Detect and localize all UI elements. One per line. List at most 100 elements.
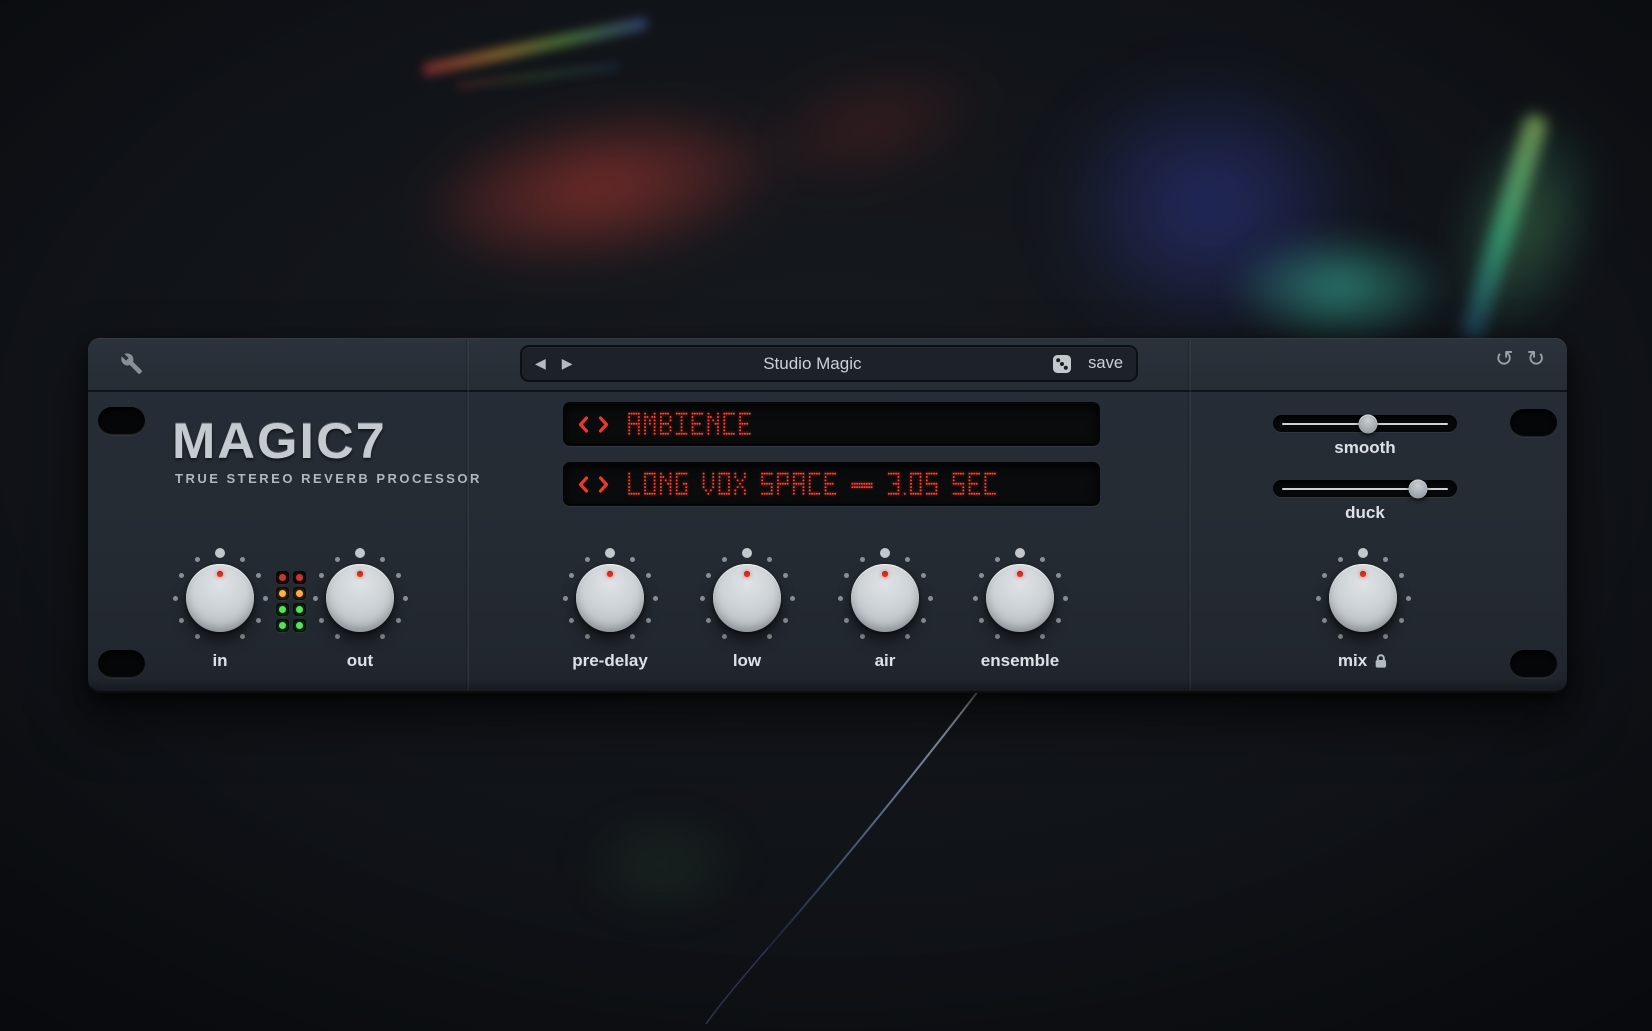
knob-tick-dot [605,548,615,558]
knob-tick-dot [928,596,933,601]
knob-tick-dot [563,596,568,601]
display2-next-icon[interactable] [598,476,609,493]
green-led [276,603,289,616]
in-knob-label: in [212,651,227,671]
knob-tick-dot [263,596,268,601]
mix-knob-module: mix [1297,532,1429,664]
green-led [276,619,289,632]
lock-icon [1374,653,1388,669]
smooth-slider-thumb[interactable] [1359,414,1378,433]
knob-tick-dot [380,634,385,639]
history-controls: ↺ ↻ [1495,347,1545,373]
knob-tick-dot [722,557,727,562]
knob-tick-dot [256,618,261,623]
wrench-icon[interactable] [120,352,143,375]
knob-tick-dot [995,634,1000,639]
knob-tick-dot [396,618,401,623]
screw [98,407,145,435]
knob-tick-dot [905,557,910,562]
preset-name[interactable]: Studio Magic [589,354,1037,374]
knob-tick-dot [1063,596,1068,601]
bottom-green-haze [545,795,780,935]
red-led [276,571,289,584]
knob-tick-dot [767,634,772,639]
knob-tick-dot [630,557,635,562]
preset-bar: ◀ ▶ Studio Magic save [520,345,1138,382]
knob-tick-dot [195,634,200,639]
knob-tick-dot [973,596,978,601]
duck-slider-thumb[interactable] [1409,479,1428,498]
display1-next-icon[interactable] [598,416,609,433]
knob-tick-dot [173,596,178,601]
knob-tick-dot [319,618,324,623]
knob-tick-dot [240,557,245,562]
display2-prev-icon[interactable] [578,476,589,493]
air-knob-module: air [819,532,951,664]
low-knob-module: low [681,532,813,664]
panel-seam-left [466,341,470,690]
knob-tick-dot [1399,618,1404,623]
amber-led [276,587,289,600]
knob-tick-dot [1383,634,1388,639]
knob-tick-dot [313,596,318,601]
knob-tick-dot [1322,573,1327,578]
low-knob-label: low [733,651,761,671]
knob-tick-dot [706,618,711,623]
knob-tick-dot [195,557,200,562]
red-light-blob-tail [688,13,1053,236]
knob-tick-dot [979,573,984,578]
knob-tick-dot [844,573,849,578]
knob-tick-dot [653,596,658,601]
knob-tick-dot [783,618,788,623]
display-line-2 [563,462,1100,506]
knob-tick-dot [783,573,788,578]
out-knob[interactable] [326,564,394,632]
screenshot-stage: ◀ ▶ Studio Magic save ↺ ↻ [0,0,1652,1031]
green-edge-streak [1458,112,1550,344]
in-knob[interactable] [186,564,254,632]
undo-icon[interactable]: ↺ [1495,347,1513,373]
duck-slider-label: duck [1273,503,1457,523]
display-line-1 [563,402,1100,446]
knob-tick-dot [767,557,772,562]
display1-prev-icon[interactable] [578,416,589,433]
low-knob[interactable] [713,564,781,632]
knob-tick-dot [335,557,340,562]
mix-knob[interactable] [1329,564,1397,632]
knob-tick-dot [1316,596,1321,601]
knob-tick-dot [1040,634,1045,639]
screw [1510,409,1557,437]
knob-tick-dot [1406,596,1411,601]
ensemble-knob[interactable] [986,564,1054,632]
knob-tick-dot [979,618,984,623]
knob-tick-dot [646,573,651,578]
out-knob-label: out [347,651,373,671]
smooth-slider-label: smooth [1273,438,1457,458]
knob-tick-dot [860,557,865,562]
teal-light-blob [1205,220,1475,355]
lcd-text-line2 [626,470,1002,498]
air-knob[interactable] [851,564,919,632]
knob-tick-dot [838,596,843,601]
knob-tick-dot [1383,557,1388,562]
knob-tick-dot [1322,618,1327,623]
knob-tick-dot [905,634,910,639]
knob-tick-dot [355,548,365,558]
pre-delay-knob[interactable] [576,564,644,632]
save-button[interactable]: save [1088,354,1123,373]
smooth-slider[interactable] [1273,415,1457,432]
previous-preset-button[interactable]: ◀ [535,357,546,371]
redo-icon[interactable]: ↻ [1527,347,1545,373]
knob-tick-dot [722,634,727,639]
knob-tick-dot [240,634,245,639]
panel-seam-right [1188,341,1192,690]
brand-logo: MAGIC7 [172,416,494,466]
knob-tick-dot [1399,573,1404,578]
next-preset-button[interactable]: ▶ [562,357,573,371]
mix-knob-label: mix [1338,651,1388,671]
knob-tick-dot [256,573,261,578]
reverb-rack-unit: ◀ ▶ Studio Magic save ↺ ↻ [88,338,1567,693]
dice-icon[interactable] [1052,354,1072,374]
duck-slider[interactable] [1273,480,1457,497]
knob-tick-dot [790,596,795,601]
